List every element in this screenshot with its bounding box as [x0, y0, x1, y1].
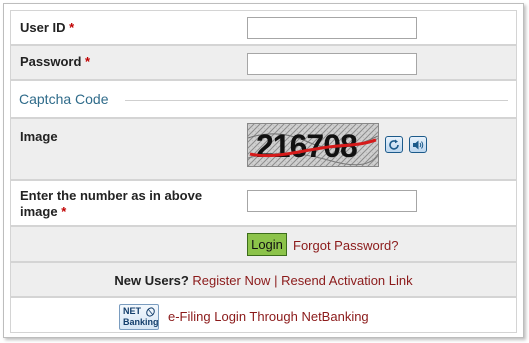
login-button[interactable]: Login [247, 233, 287, 256]
captcha-input-label: Enter the number as in above image * [20, 188, 203, 219]
required-marker: * [61, 204, 67, 219]
login-panel: User ID * Password * Captcha Code Image [3, 3, 524, 338]
captcha-image: 216708 [247, 123, 379, 167]
required-marker: * [85, 54, 91, 69]
required-marker: * [69, 20, 75, 35]
password-row: Password * [10, 45, 517, 80]
refresh-icon [389, 139, 399, 150]
net-banking-logo-net: NET [123, 306, 141, 316]
login-row: Login Forgot Password? [10, 226, 517, 262]
user-id-label: User ID * [20, 20, 75, 35]
section-divider [125, 100, 508, 101]
net-banking-logo-banking: Banking [123, 317, 159, 327]
captcha-input[interactable] [247, 190, 417, 212]
new-users-row: New Users? Register Now | Resend Activat… [10, 262, 517, 297]
net-banking-logo[interactable]: NET Banking [119, 304, 159, 330]
netbanking-login-link[interactable]: e-Filing Login Through NetBanking [168, 309, 369, 324]
user-id-input[interactable] [247, 17, 417, 39]
password-label: Password * [20, 54, 91, 69]
resend-activation-link[interactable]: Resend Activation Link [281, 273, 413, 288]
refresh-captcha-button[interactable] [385, 136, 403, 153]
new-users-line: New Users? Register Now | Resend Activat… [11, 273, 516, 288]
forgot-password-link[interactable]: Forgot Password? [293, 238, 399, 253]
speaker-icon [413, 140, 424, 149]
captcha-input-row: Enter the number as in above image * [10, 180, 517, 226]
user-id-row: User ID * [10, 10, 517, 45]
new-users-prefix: New Users? [114, 273, 189, 288]
captcha-section-header: Captcha Code [10, 80, 517, 118]
mouse-icon [146, 307, 155, 317]
register-now-link[interactable]: Register Now [192, 273, 270, 288]
audio-captcha-button[interactable] [409, 136, 427, 153]
captcha-image-graphic: 216708 [248, 124, 378, 166]
password-input[interactable] [247, 53, 417, 75]
image-label: Image [20, 129, 58, 144]
link-separator: | [274, 273, 278, 288]
captcha-image-row: Image 216708 [10, 118, 517, 180]
netbanking-row: NET Banking e-Filing Login Through NetBa… [10, 297, 517, 333]
captcha-section-title: Captcha Code [19, 91, 109, 107]
